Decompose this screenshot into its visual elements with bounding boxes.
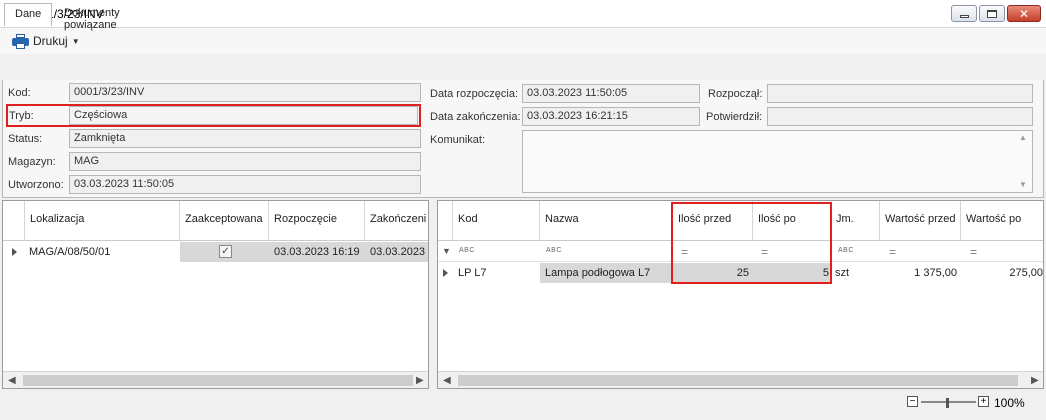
col-lokalizacja[interactable]: Lokalizacja <box>25 201 180 241</box>
zoom-control: − + 100% <box>906 396 1036 410</box>
col-wartosc-przed[interactable]: Wartość przed <box>880 201 961 241</box>
print-label: Drukuj <box>33 34 68 48</box>
data-zakonczenia-label: Data zakończenia: <box>430 111 521 123</box>
filter-equals-icon[interactable]: = <box>970 245 977 259</box>
row-indicator-icon <box>12 248 17 256</box>
row-nazwa: Lampa podłogowa L7 <box>545 267 651 279</box>
utworzono-label: Utworzono: <box>8 179 64 191</box>
col-rozpoczecie[interactable]: Rozpoczęcie <box>269 201 365 241</box>
col-wartosc-po[interactable]: Wartość po <box>961 201 1043 241</box>
scroll-right-icon[interactable]: ▶ <box>416 375 424 386</box>
tryb-label: Tryb: <box>9 110 34 122</box>
filter-icon: ▼ <box>442 246 451 256</box>
scroll-thumb[interactable] <box>458 375 1018 386</box>
scroll-left-icon[interactable]: ◀ <box>443 375 451 386</box>
kod-field[interactable]: 0001/3/23/INV <box>69 83 421 102</box>
rozpoczal-label: Rozpoczął: <box>708 88 763 100</box>
row-wartosc-po: 275,00 <box>1009 267 1043 279</box>
filter-text-icon[interactable]: ABC <box>546 247 562 254</box>
row-indicator-icon <box>443 269 448 277</box>
potwierdzil-field[interactable] <box>767 107 1033 126</box>
chevron-down-icon: ▼ <box>71 36 80 46</box>
row-lokalizacja: MAG/A/08/50/01 <box>29 246 111 258</box>
col-jm[interactable]: Jm. <box>831 201 880 241</box>
locations-grid: Lokalizacja Zaakceptowana Rozpoczęcie Za… <box>2 200 429 389</box>
accepted-checkbox[interactable]: ✓ <box>219 245 232 258</box>
col-nazwa[interactable]: Nazwa <box>540 201 673 241</box>
status-field[interactable]: Zamknięta <box>69 129 421 148</box>
col-kod[interactable]: Kod <box>453 201 540 241</box>
right-grid-hscrollbar[interactable]: ◀ ▶ <box>438 371 1043 388</box>
komunikat-label: Komunikat: <box>430 134 486 146</box>
filter-text-icon[interactable]: ABC <box>459 247 475 254</box>
row-zakonczenie: 03.03.2023 <box>365 242 428 262</box>
magazyn-label: Magazyn: <box>8 156 56 168</box>
items-grid: Kod Nazwa Ilość przed Ilość po Jm. Warto… <box>437 200 1044 389</box>
data-zakonczenia-field[interactable]: 03.03.2023 16:21:15 <box>522 107 700 126</box>
maximize-button[interactable] <box>979 5 1005 22</box>
close-icon: ✕ <box>1018 6 1030 21</box>
row-rozpoczecie: 03.03.2023 16:19 <box>269 242 365 262</box>
scroll-up-icon[interactable]: ▲ <box>1019 133 1027 142</box>
minimize-icon <box>959 14 969 18</box>
print-button[interactable]: Drukuj ▼ <box>8 31 86 51</box>
minimize-button[interactable] <box>951 5 977 22</box>
table-row[interactable]: MAG/A/08/50/01 ✓ 03.03.2023 16:19 03.03.… <box>3 242 428 262</box>
kod-label: Kod: <box>8 87 31 99</box>
maximize-icon <box>987 9 997 18</box>
scroll-down-icon[interactable]: ▼ <box>1019 180 1027 189</box>
col-zaakceptowana[interactable]: Zaakceptowana <box>180 201 269 241</box>
quantity-columns-highlight <box>671 202 832 284</box>
left-grid-hscrollbar[interactable]: ◀ ▶ <box>3 371 428 388</box>
filter-text-icon[interactable]: ABC <box>838 247 854 254</box>
magazyn-field[interactable]: MAG <box>69 152 421 171</box>
scroll-left-icon[interactable]: ◀ <box>8 375 16 386</box>
row-wartosc-przed: 1 375,00 <box>914 267 957 279</box>
utworzono-field[interactable]: 03.03.2023 11:50:05 <box>69 175 421 194</box>
col-zakonczenie[interactable]: Zakończeni <box>365 201 428 241</box>
tryb-field[interactable]: Częściowa <box>69 106 418 125</box>
scroll-thumb[interactable] <box>23 375 413 386</box>
data-rozpoczecia-field[interactable]: 03.03.2023 11:50:05 <box>522 84 700 103</box>
scroll-right-icon[interactable]: ▶ <box>1031 375 1039 386</box>
row-jm: szt <box>835 267 850 279</box>
tab-dane[interactable]: Dane <box>4 3 52 26</box>
row-kod: LP L7 <box>458 267 487 279</box>
close-button[interactable]: ✕ <box>1007 5 1041 22</box>
rozpoczal-field[interactable] <box>767 84 1033 103</box>
zoom-slider-thumb[interactable] <box>946 398 949 408</box>
locations-grid-header: Lokalizacja Zaakceptowana Rozpoczęcie Za… <box>3 201 428 241</box>
zoom-out-button[interactable]: − <box>907 396 918 407</box>
komunikat-field[interactable] <box>522 130 1033 193</box>
potwierdzil-label: Potwierdził: <box>706 111 763 123</box>
printer-icon <box>12 33 29 49</box>
status-label: Status: <box>8 133 43 145</box>
tab-dokumenty-powiazane[interactable]: Dokumenty powiązane <box>54 3 184 31</box>
zoom-in-button[interactable]: + <box>978 396 989 407</box>
data-rozpoczecia-label: Data rozpoczęcia: <box>430 88 519 100</box>
toolbar: Drukuj ▼ <box>0 28 1046 54</box>
zoom-level: 100% <box>994 396 1025 410</box>
filter-equals-icon[interactable]: = <box>889 245 896 259</box>
